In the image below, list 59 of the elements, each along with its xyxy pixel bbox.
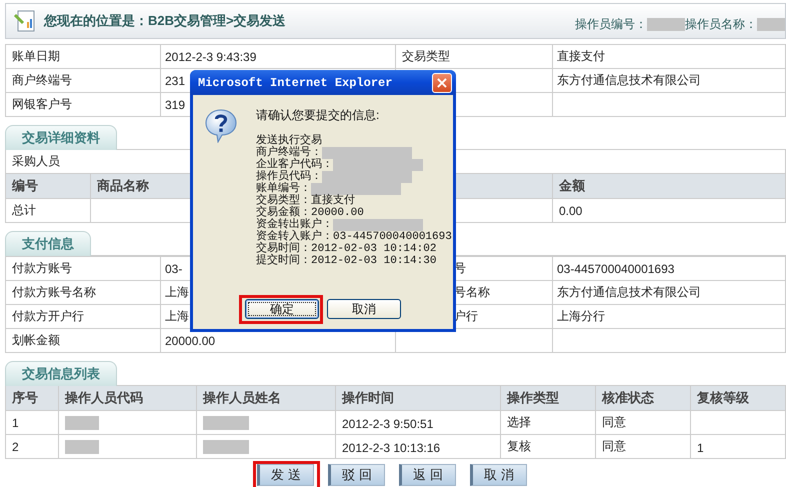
dialog-line: 发送执行交易 [256,135,322,147]
table-cell: 东方付通信息技术有限公司 [553,281,786,305]
table-cell: 划帐金额 [6,329,161,353]
column-header: 复核等级 [691,386,786,411]
table-cell: 复核 [501,435,596,459]
section-tab[interactable]: 交易信息列表 [5,361,117,386]
section-tab[interactable]: 交易详细资料 [5,125,117,150]
column-header: 操作类型 [501,386,596,411]
table-cell: 直接支付 [553,44,786,69]
dialog-line: 交易时间：2012-02-03 10:14:02 [256,243,436,255]
table-cell: 交易类型 [396,44,553,69]
dialog-line: 交易金额：20000.00 [256,207,364,219]
column-header: 操作时间 [336,386,501,411]
column-header: 金额 [553,174,786,199]
table-cell: 付款方账号 [6,256,161,281]
dialog-title: Microsoft Internet Explorer [198,76,392,90]
table-cell: 商户终端号 [6,69,161,93]
table-cell: 2012-2-3 10:13:16 [336,435,501,459]
dialog-button[interactable]: 确定 [245,299,319,319]
operator-name-label: 操作员名称： [685,16,757,32]
dialog-line: 企业客户代码： [256,159,333,171]
chart-document-icon [14,9,36,33]
operator-id-label: 操作员编号： [575,16,647,32]
action-button[interactable]: 取 消 [470,464,526,486]
table-cell: 2012-2-3 9:50:51 [336,411,501,435]
dialog-line: 资金转入账户：03-445700040001693 [256,231,452,243]
table-cell: 0.00 [553,199,786,223]
table-cell: 东方付通信息技术有限公司 [553,69,786,93]
table-cell: 网银客户号 [6,93,161,117]
column-header: 编号 [6,174,91,199]
table-cell: 同意 [596,411,691,435]
table-cell: 03-445700040001693 [553,256,786,281]
question-icon [205,109,237,143]
page-title: 您现在的位置是：B2B交易管理>交易发送 [44,12,286,30]
action-button[interactable]: 返 回 [398,464,456,486]
table-cell: 1 [6,411,59,435]
section-tab[interactable]: 支付信息 [5,231,91,256]
table-cell: 同意 [596,435,691,459]
dialog-line: 资金转出账户： [256,219,333,231]
table-cell: 选择 [501,411,596,435]
dialog-line: 交易类型：直接支付 [256,195,355,207]
column-header: 操作人员代码 [59,386,197,411]
table-cell: 付款方开户行 [6,305,161,329]
table-cell: 上海分行 [553,305,786,329]
table-cell: 总计 [6,199,91,223]
action-button[interactable]: 驳 回 [328,464,384,486]
column-header: 操作人员姓名 [197,386,336,411]
table-cell: 付款方账号名称 [6,281,161,305]
column-header: 核准状态 [596,386,691,411]
column-header: 序号 [6,386,59,411]
table-cell: 账单日期 [6,44,161,69]
table-cell: 1 [691,435,786,459]
dialog-line: 操作员代码： [256,171,322,183]
dialog-line: 账单编号： [256,183,311,195]
table-cell: 2 [6,435,59,459]
dialog-button[interactable]: 取消 [327,299,401,319]
table-cell: 2012-2-3 9:43:39 [161,44,396,69]
action-button[interactable]: 发 送 [256,464,314,486]
dialog-line: 商户终端号： [256,147,322,159]
